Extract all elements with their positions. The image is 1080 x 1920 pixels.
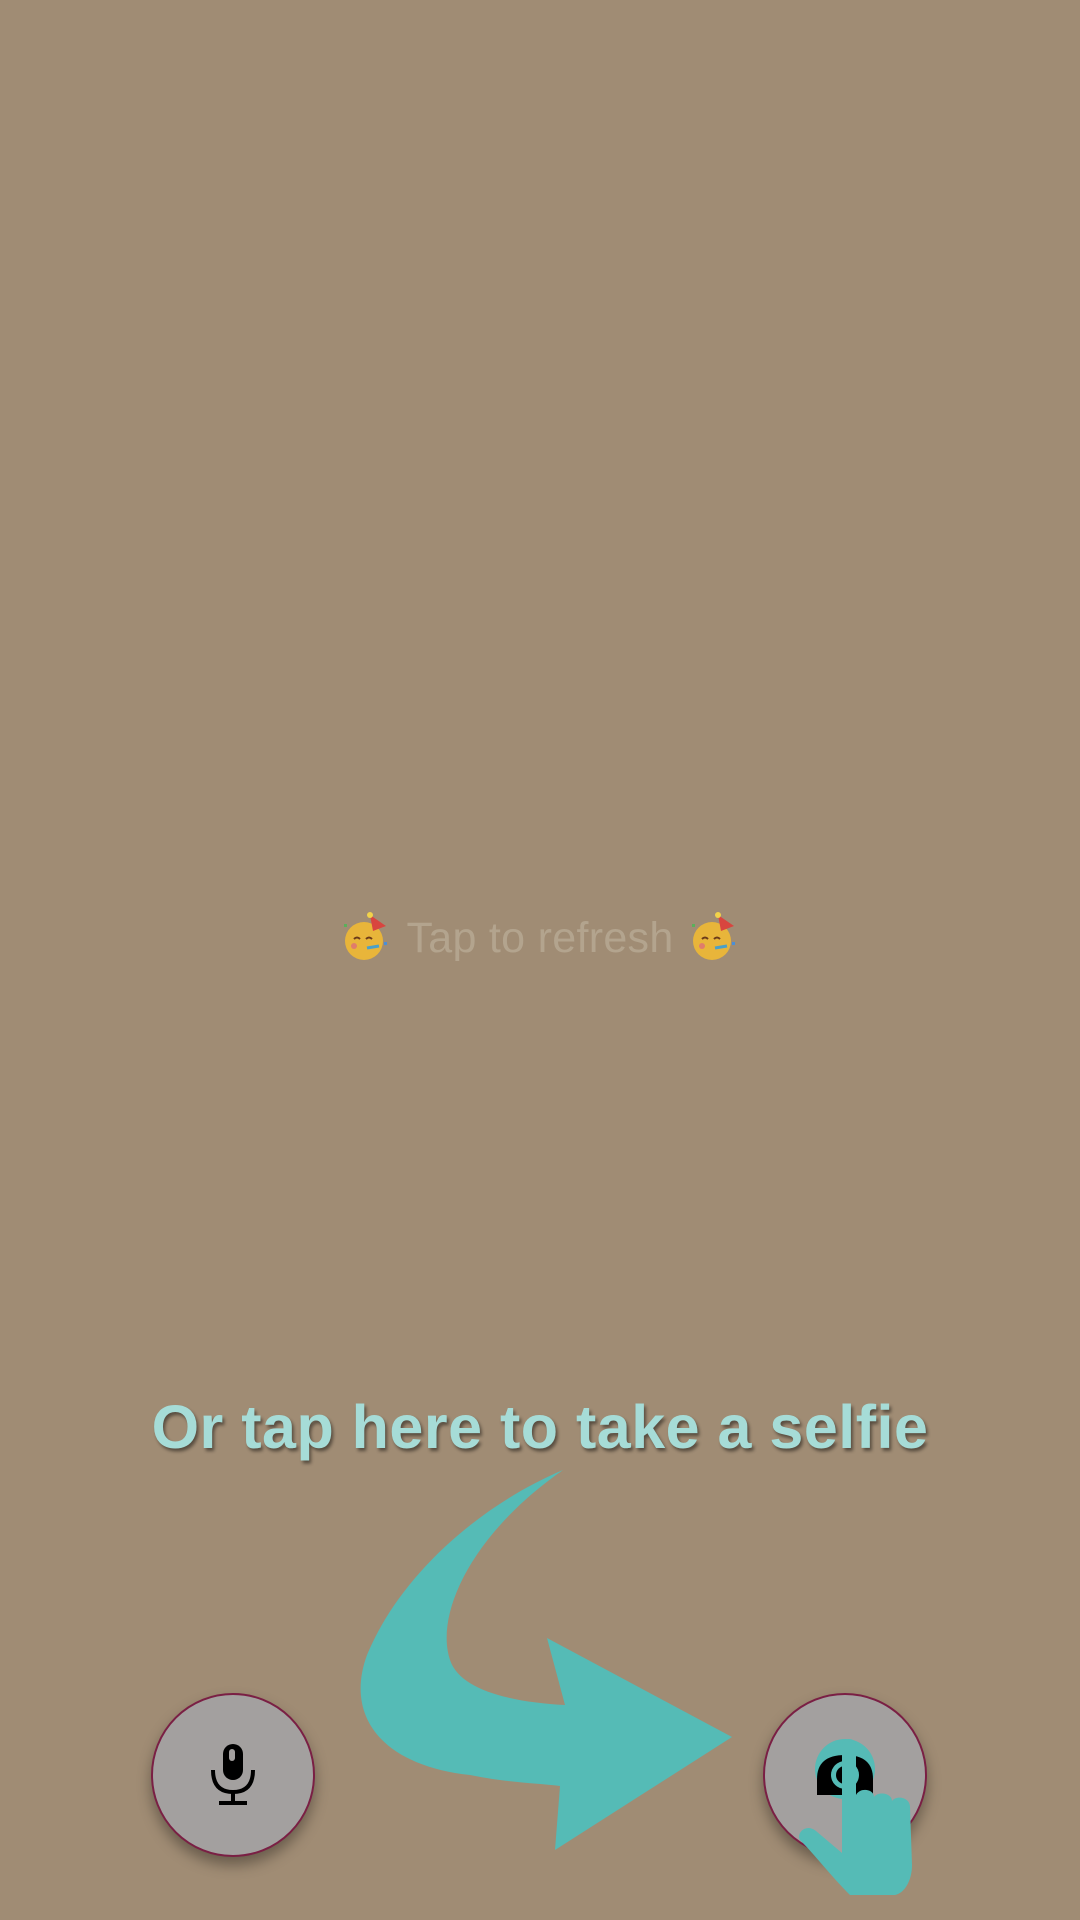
refresh-prompt[interactable]: Tap to refresh	[0, 905, 1080, 971]
selfie-hint-text: Or tap here to take a selfie	[151, 1393, 929, 1461]
party-face-icon	[691, 912, 735, 960]
curved-arrow-icon	[360, 1470, 732, 1850]
microphone-button[interactable]	[151, 1693, 315, 1857]
refresh-label: Tap to refresh	[406, 913, 674, 962]
party-face-icon	[344, 912, 388, 960]
microphone-icon	[211, 1744, 255, 1805]
tap-hand-icon	[799, 1739, 912, 1895]
